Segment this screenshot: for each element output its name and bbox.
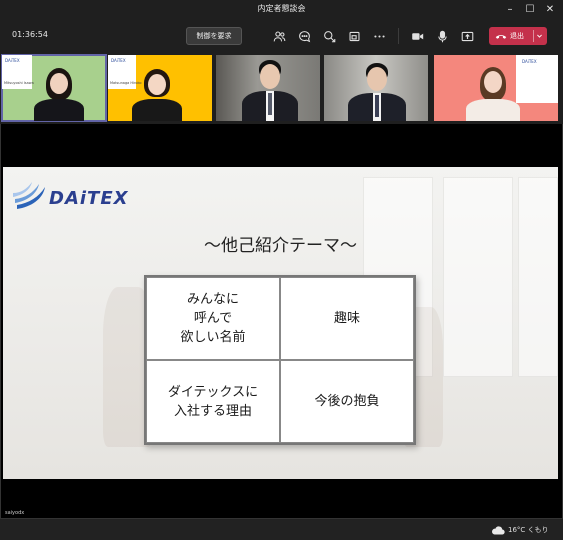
participant-tile[interactable] xyxy=(324,55,428,121)
theme-cell: ダイテックスに 入社する理由 xyxy=(146,360,280,443)
windows-taskbar: 16°C くもり xyxy=(0,518,563,540)
share-tray-icon[interactable] xyxy=(346,28,362,44)
reactions-icon[interactable] xyxy=(321,28,337,44)
company-logo: DAiTEX xyxy=(13,179,138,215)
participant-tile[interactable]: DAiTEX xyxy=(434,55,558,121)
name-card-name: Mitsuyoshi Isawa xyxy=(4,81,34,85)
theme-cell: みんなに 呼んで 欲しい名前 xyxy=(146,277,280,360)
presenter-name: saiyodx xyxy=(5,510,25,516)
cloud-icon[interactable] xyxy=(491,524,505,536)
logo-mark-icon xyxy=(13,182,45,209)
share-icon[interactable] xyxy=(459,28,475,44)
chat-icon[interactable] xyxy=(296,28,312,44)
close-button[interactable]: ✕ xyxy=(542,2,558,18)
camera-icon[interactable] xyxy=(409,28,425,44)
name-card: DAiTEX Matsunaga Hiroko xyxy=(108,55,142,89)
participant-tie xyxy=(375,95,379,117)
participant-face xyxy=(484,71,502,93)
name-card-name: Matsunaga Hiroko xyxy=(110,81,142,85)
participant-tile[interactable]: DAiTEX Matsunaga Hiroko xyxy=(108,55,212,121)
maximize-button[interactable]: ☐ xyxy=(522,2,538,18)
name-card: DAiTEX Mitsuyoshi Isawa xyxy=(2,55,34,89)
participant-face xyxy=(50,73,68,94)
theme-table: みんなに 呼んで 欲しい名前 趣味 ダイテックスに 入社する理由 今後の抱負 xyxy=(144,275,416,445)
participant-body xyxy=(34,99,84,121)
window-title: 内定者懇談会 xyxy=(257,4,306,13)
participant-strip: DAiTEX Mitsuyoshi Isawa DAiTEX Matsunaga… xyxy=(0,52,563,124)
title-bar: 内定者懇談会 – ☐ ✕ xyxy=(0,0,563,20)
name-card-logo: DAiTEX xyxy=(5,58,20,63)
background-window xyxy=(518,177,558,377)
participant-tile[interactable] xyxy=(216,55,320,121)
theme-cell: 今後の抱負 xyxy=(280,360,414,443)
meeting-timer: 01:36:54 xyxy=(12,30,48,39)
participant-face xyxy=(367,67,387,91)
participant-face xyxy=(148,74,166,95)
theme-cell: 趣味 xyxy=(280,277,414,360)
teams-meeting-window: 内定者懇談会 – ☐ ✕ 01:36:54 制御を要求 退出 DAiTEX Mi… xyxy=(0,0,563,540)
people-icon[interactable] xyxy=(271,28,287,44)
chevron-down-icon[interactable] xyxy=(533,30,543,42)
participant-face xyxy=(260,64,280,89)
participant-tile[interactable]: DAiTEX Mitsuyoshi Isawa xyxy=(1,54,107,122)
request-control-button[interactable]: 制御を要求 xyxy=(186,27,242,45)
name-card-logo: DAiTEX xyxy=(111,58,126,63)
name-card-logo: DAiTEX xyxy=(522,59,537,64)
meeting-toolbar: 01:36:54 制御を要求 退出 xyxy=(0,20,563,50)
leave-button[interactable]: 退出 xyxy=(489,27,547,45)
more-icon[interactable] xyxy=(371,28,387,44)
participant-tie xyxy=(268,93,272,115)
microphone-icon[interactable] xyxy=(434,28,450,44)
weather-status[interactable]: 16°C くもり xyxy=(508,525,549,535)
participant-body xyxy=(466,99,520,121)
background-window xyxy=(443,177,513,377)
participant-body xyxy=(132,99,182,121)
logo-text: DAiTEX xyxy=(49,188,129,209)
slide-title: 〜他己紹介テーマ〜 xyxy=(204,236,357,256)
presentation-slide: DAiTEX 〜他己紹介テーマ〜 みんなに 呼んで 欲しい名前 趣味 ダイテック… xyxy=(3,167,558,479)
name-card: DAiTEX xyxy=(516,55,558,103)
shared-screen: DAiTEX 〜他己紹介テーマ〜 みんなに 呼んで 欲しい名前 趣味 ダイテック… xyxy=(0,124,563,518)
leave-label: 退出 xyxy=(510,32,524,40)
phone-hangup-icon xyxy=(495,35,507,39)
minimize-button[interactable]: – xyxy=(502,2,518,18)
toolbar-divider xyxy=(398,28,399,44)
